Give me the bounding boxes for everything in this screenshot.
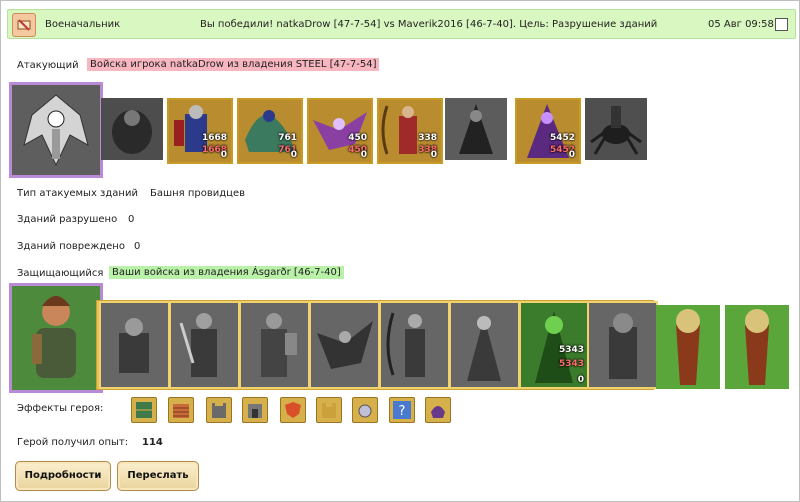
building-tile-tower[interactable] [725, 305, 789, 389]
message-sender: Военачальник [45, 19, 121, 30]
bookshelf-icon[interactable] [131, 397, 157, 423]
unit-count: 5452 [549, 133, 575, 143]
fortress-icon[interactable] [206, 397, 232, 423]
experience-value: 114 [142, 437, 163, 448]
defender-label: Защищающийся [17, 268, 104, 279]
unit-tile-dark-monk[interactable] [445, 98, 507, 160]
unit-left: 0 [577, 375, 584, 385]
defender-banner: Ваши войска из владения Ásgarðr [46-7-40… [109, 266, 344, 279]
defender-hero-portrait[interactable] [9, 283, 103, 393]
target-value: Башня провидцев [150, 188, 246, 199]
unit-tile-purple-mage[interactable]: 5452 5452 0 [515, 98, 581, 164]
message-subject: Вы победили! natkaDrow [47-7-54] vs Mave… [200, 19, 658, 30]
wall-icon[interactable] [168, 397, 194, 423]
shield-icon[interactable] [280, 397, 306, 423]
unit-count: 1668 [201, 133, 227, 143]
unit-tile-grey-archer[interactable] [379, 301, 450, 389]
battle-report-frame: Военачальник Вы победили! natkaDrow [47-… [0, 0, 800, 502]
destroyed-value: 0 [128, 214, 135, 225]
building-tile-tower[interactable] [656, 305, 720, 389]
forward-button[interactable]: Переслать [117, 461, 199, 491]
unit-left: 0 [290, 150, 297, 160]
unit-left: 0 [360, 150, 367, 160]
unit-tile-grey-paladin[interactable] [239, 301, 310, 389]
unit-tile-purple-griffin[interactable]: 450 450 0 [307, 98, 373, 164]
unit-tile-green-druid[interactable]: 5343 5343 0 [519, 301, 590, 389]
details-button[interactable]: Подробности [15, 461, 111, 491]
attacker-label: Атакующий [17, 60, 79, 71]
unit-tile-grey-dwarf[interactable] [99, 301, 170, 389]
unit-tile-blue-dragon-rider[interactable]: 761 761 0 [237, 98, 303, 164]
message-header[interactable]: Военачальник Вы победили! natkaDrow [47-… [7, 9, 796, 39]
unit-left: 0 [220, 150, 227, 160]
unit-tile-blue-knight[interactable]: 1668 1668 0 [167, 98, 233, 164]
damaged-label: Зданий повреждено [17, 241, 125, 252]
unit-left: 0 [430, 150, 437, 160]
target-label: Тип атакуемых зданий [17, 188, 138, 199]
gate-icon[interactable] [242, 397, 268, 423]
amulet-icon[interactable] [352, 397, 378, 423]
select-checkbox[interactable] [775, 18, 788, 31]
unit-left: 0 [568, 150, 575, 160]
attacker-hero-portrait[interactable] [9, 82, 103, 178]
damaged-value: 0 [134, 241, 141, 252]
unit-tile-dark-golem[interactable] [101, 98, 163, 160]
unit-tile-grey-warrior[interactable] [169, 301, 240, 389]
experience-label: Герой получил опыт: [17, 437, 129, 448]
unit-tile-grey-griffin[interactable] [309, 301, 380, 389]
question-icon[interactable]: ? [389, 397, 415, 423]
unit-tile-grey-ent[interactable] [587, 301, 658, 389]
unit-tile-dark-spider[interactable] [585, 98, 647, 160]
unit-lost: 5343 [558, 359, 584, 369]
unit-count: 761 [278, 133, 297, 143]
unit-count: 450 [348, 133, 367, 143]
castle-icon[interactable] [316, 397, 342, 423]
destroyed-label: Зданий разрушено [17, 214, 118, 225]
helmet-icon[interactable] [425, 397, 451, 423]
attacker-banner: Войска игрока natkaDrow из владения STEE… [87, 58, 380, 71]
unit-tile-blue-archer[interactable]: 338 338 0 [377, 98, 443, 164]
message-date: 05 Авг 09:58 [708, 19, 774, 30]
unit-tile-grey-priestess[interactable] [449, 301, 520, 389]
unit-count: 5343 [558, 345, 584, 355]
unit-count: 338 [418, 133, 437, 143]
hero-effects-label: Эффекты героя: [17, 403, 104, 414]
svg-text:?: ? [399, 404, 406, 419]
scroll-icon [12, 13, 36, 37]
